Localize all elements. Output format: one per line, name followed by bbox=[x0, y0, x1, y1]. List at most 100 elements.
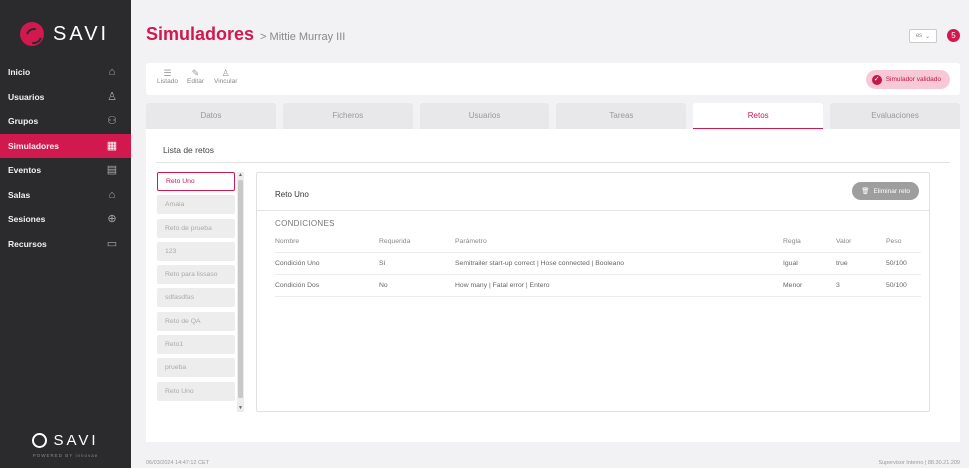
list-item[interactable]: Reto para lissaso bbox=[157, 265, 235, 285]
grid-icon: ▦ bbox=[106, 139, 118, 152]
column-header: Valor bbox=[836, 238, 852, 245]
sidebar-item-eventos[interactable]: Eventos ▤ bbox=[0, 158, 131, 183]
breadcrumb-separator: > bbox=[260, 31, 267, 43]
sidebar-item-sesiones[interactable]: Sesiones ⊕ bbox=[0, 207, 131, 232]
column-header: Nombre bbox=[275, 238, 300, 245]
list-item[interactable]: 123 bbox=[157, 241, 235, 261]
language-value: es bbox=[915, 33, 923, 39]
breadcrumb: > Mittie Murray III bbox=[260, 31, 345, 43]
table-header: Nombre Requerida Parámetro Regla Valor P… bbox=[275, 231, 921, 253]
scrollbar-thumb[interactable] bbox=[238, 180, 243, 398]
sidebar-item-label: Eventos bbox=[8, 165, 42, 176]
table-row[interactable]: Condición Uno Sí Semitrailer start-up co… bbox=[275, 253, 921, 275]
status-label: Simulador validado bbox=[885, 76, 941, 83]
section-title: Lista de retos bbox=[163, 145, 215, 155]
vincular-button[interactable]: ♙ Vincular bbox=[214, 68, 237, 85]
calendar-icon: ▤ bbox=[106, 164, 118, 177]
reto-list: Reto Uno Amaia Reto de prueba 123 Reto p… bbox=[157, 172, 235, 412]
list-scrollbar[interactable]: ▲ ▼ bbox=[237, 172, 244, 412]
page-title: Simuladores bbox=[146, 24, 255, 44]
reto-detail: Reto Uno 🗑 Eliminar reto CONDICIONES Nom… bbox=[256, 172, 930, 412]
listado-button[interactable]: ☰ Listado bbox=[157, 68, 178, 85]
archive-icon: ▭ bbox=[106, 237, 118, 250]
list-item[interactable]: prueba bbox=[157, 358, 235, 378]
powered-by: POWERED BY innovae bbox=[32, 453, 99, 458]
breadcrumb-item[interactable]: Mittie Murray III bbox=[270, 31, 346, 43]
tab-tareas[interactable]: Tareas bbox=[556, 103, 687, 129]
savi-logo-icon bbox=[20, 22, 44, 46]
check-icon: ✓ bbox=[871, 74, 882, 85]
table-cell: 3 bbox=[836, 282, 840, 289]
footer-brand-name: SAVI bbox=[53, 432, 99, 449]
login-icon: ⊕ bbox=[107, 213, 117, 226]
tab-retos[interactable]: Retos bbox=[693, 103, 824, 129]
table-cell: true bbox=[836, 260, 848, 267]
tab-bar: Datos Ficheros Usuarios Tareas Retos Eva… bbox=[146, 103, 960, 129]
sidebar-nav: Inicio ⌂ Usuarios ♙ Grupos ⚇ Simuladores… bbox=[0, 60, 131, 256]
sidebar-item-label: Grupos bbox=[8, 116, 39, 127]
list-item[interactable]: Reto1 bbox=[157, 335, 235, 355]
divider bbox=[156, 162, 950, 163]
sidebar-item-label: Inicio bbox=[8, 67, 31, 78]
table-row[interactable]: Condición Dos No How many | Fatal error … bbox=[275, 275, 921, 297]
table-cell: 50/100 bbox=[886, 260, 907, 267]
table-cell: Menor bbox=[783, 282, 803, 289]
column-header: Regla bbox=[783, 238, 801, 245]
page-header: Simuladores > Mittie Murray III bbox=[146, 24, 345, 45]
list-item[interactable]: sdfasdfas bbox=[157, 288, 235, 308]
notification-badge[interactable]: 5 bbox=[947, 29, 960, 42]
sidebar-item-label: Sesiones bbox=[8, 214, 46, 225]
table-cell: How many | Fatal error | Entero bbox=[455, 282, 550, 289]
home-icon: ⌂ bbox=[108, 66, 116, 79]
sidebar-item-grupos[interactable]: Grupos ⚇ bbox=[0, 109, 131, 134]
tab-usuarios[interactable]: Usuarios bbox=[419, 103, 550, 129]
delete-label: Eliminar reto bbox=[873, 187, 910, 195]
savi-logo-icon bbox=[32, 433, 48, 448]
column-header: Peso bbox=[886, 238, 902, 245]
reto-title: Reto Uno bbox=[275, 190, 309, 199]
sidebar-footer: SAVI POWERED BY innovae bbox=[0, 432, 131, 458]
list-item[interactable]: Reto de QA bbox=[157, 311, 235, 331]
table-cell: Condición Uno bbox=[275, 260, 320, 267]
table-cell: Sí bbox=[379, 260, 386, 267]
tab-datos[interactable]: Datos bbox=[146, 103, 276, 129]
tab-evaluaciones[interactable]: Evaluaciones bbox=[830, 103, 960, 129]
table-cell: Condición Dos bbox=[275, 282, 320, 289]
editar-button[interactable]: ✎ Editar bbox=[187, 68, 204, 85]
list-item[interactable]: Amaia bbox=[157, 195, 235, 215]
trash-icon: 🗑 bbox=[861, 188, 870, 195]
link-user-icon: ♙ bbox=[221, 68, 230, 78]
sidebar-item-label: Salas bbox=[8, 189, 31, 200]
sidebar-item-label: Simuladores bbox=[8, 140, 60, 151]
tab-ficheros[interactable]: Ficheros bbox=[282, 103, 413, 129]
column-header: Parámetro bbox=[455, 238, 487, 245]
column-header: Requerida bbox=[379, 238, 411, 245]
divider bbox=[257, 210, 929, 211]
table-cell: Igual bbox=[783, 260, 798, 267]
listado-label: Listado bbox=[157, 78, 178, 85]
toolbar: ☰ Listado ✎ Editar ♙ Vincular ✓ Simulado… bbox=[146, 63, 960, 95]
sidebar-item-salas[interactable]: Salas ⌂ bbox=[0, 183, 131, 208]
sidebar-item-simuladores[interactable]: Simuladores ▦ bbox=[0, 133, 131, 158]
sidebar-item-recursos[interactable]: Recursos ▭ bbox=[0, 232, 131, 257]
building-icon: ⌂ bbox=[108, 188, 116, 201]
scroll-up-icon[interactable]: ▲ bbox=[237, 172, 244, 179]
list-item[interactable]: Reto Uno bbox=[157, 381, 235, 401]
sidebar-item-inicio[interactable]: Inicio ⌂ bbox=[0, 60, 131, 85]
status-badge: ✓ Simulador validado bbox=[865, 70, 950, 89]
language-select[interactable]: es ⌄ bbox=[909, 29, 937, 43]
footer-timestamp: 06/03/2024 14:47:12 CET bbox=[146, 460, 209, 466]
brand-name: SAVI bbox=[53, 22, 110, 45]
footer-version: Supervisor Interno | 88.30.21.209 bbox=[878, 460, 960, 466]
table-cell: Semitrailer start-up correct | Hose conn… bbox=[455, 260, 625, 267]
sidebar-item-label: Recursos bbox=[8, 238, 47, 249]
editar-label: Editar bbox=[187, 78, 204, 85]
delete-reto-button[interactable]: 🗑 Eliminar reto bbox=[852, 182, 919, 200]
list-item[interactable]: Reto de prueba bbox=[157, 218, 235, 238]
list-item[interactable]: Reto Uno bbox=[157, 172, 235, 191]
brand-logo[interactable]: SAVI bbox=[20, 22, 109, 46]
scroll-down-icon[interactable]: ▼ bbox=[237, 405, 244, 412]
footer-logo: SAVI bbox=[0, 432, 131, 449]
sidebar-item-usuarios[interactable]: Usuarios ♙ bbox=[0, 85, 131, 110]
chevron-down-icon: ⌄ bbox=[925, 33, 931, 40]
